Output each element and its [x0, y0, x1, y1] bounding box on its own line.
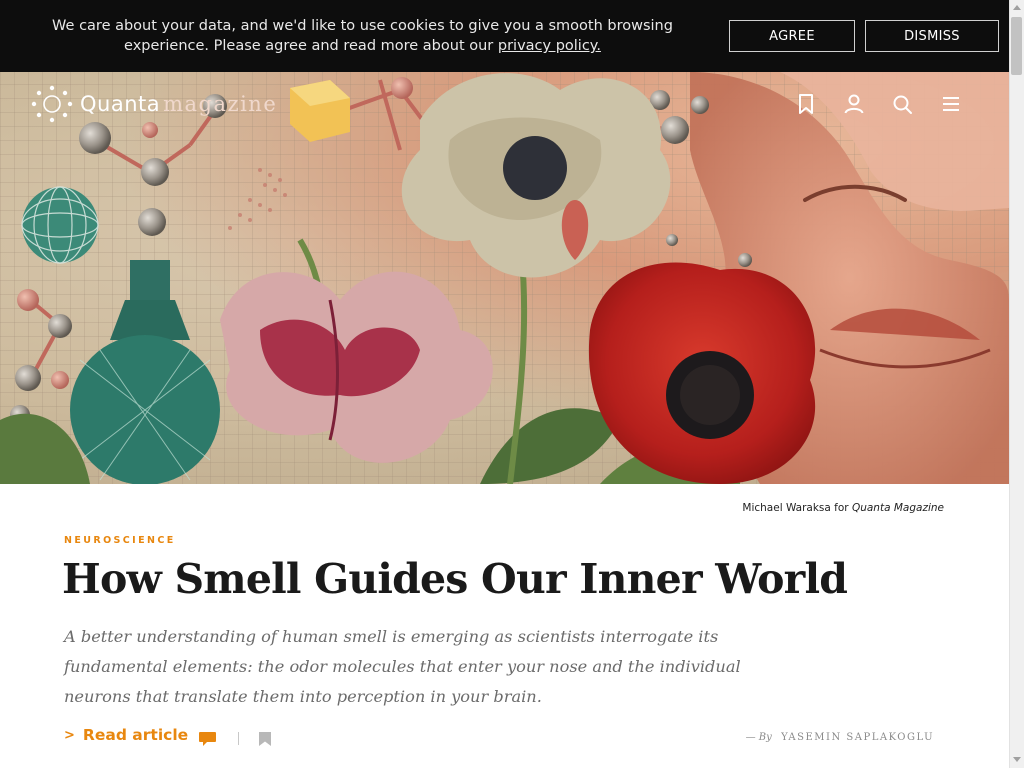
search-icon[interactable] [890, 92, 914, 116]
article-dek: A better understanding of human smell is… [64, 627, 741, 706]
cookie-message: We care about your data, and we'd like t… [0, 16, 715, 56]
cookie-banner: We care about your data, and we'd like t… [0, 0, 1009, 72]
bookmark-icon[interactable] [794, 92, 818, 116]
privacy-policy-link[interactable]: privacy policy. [498, 38, 601, 54]
article-title[interactable]: How Smell Guides Our Inner World [62, 555, 848, 603]
hero-artwork [0, 72, 1009, 484]
quanta-logo[interactable]: Quanta magazine [30, 84, 277, 124]
hero-illustration [0, 0, 1009, 484]
scrollbar-thumb[interactable] [1011, 17, 1022, 75]
scroll-down-arrow-icon[interactable] [1013, 757, 1021, 762]
credit-publication: Quanta Magazine [851, 502, 944, 514]
read-article-link[interactable]: > Read article [64, 726, 188, 744]
menu-icon[interactable] [939, 92, 963, 116]
read-article-label: Read article [82, 726, 189, 744]
quanta-logo-mark-icon [31, 85, 73, 123]
user-icon[interactable] [842, 92, 866, 116]
scrollbar-track[interactable] [1009, 0, 1024, 768]
logo-word-quanta: Quanta [80, 92, 161, 116]
dismiss-button[interactable]: DISMISS [865, 20, 999, 52]
chevron-right-icon: > [64, 727, 75, 743]
scroll-up-arrow-icon[interactable] [1013, 5, 1021, 10]
bookmark-article-icon[interactable] [258, 731, 272, 747]
credit-artist: Michael Waraksa for [742, 502, 852, 514]
agree-button[interactable]: AGREE [729, 20, 855, 52]
action-divider [238, 732, 239, 745]
logo-word-magazine: magazine [163, 92, 278, 116]
author-name[interactable]: YASEMIN SAPLAKOGLU [781, 732, 934, 743]
byline-prefix: — By [745, 732, 772, 743]
article-category[interactable]: NEUROSCIENCE [64, 535, 176, 546]
byline: — By YASEMIN SAPLAKOGLU [746, 732, 934, 743]
comment-icon[interactable] [198, 731, 217, 748]
image-credit: Michael Waraksa for Quanta Magazine [742, 502, 944, 514]
